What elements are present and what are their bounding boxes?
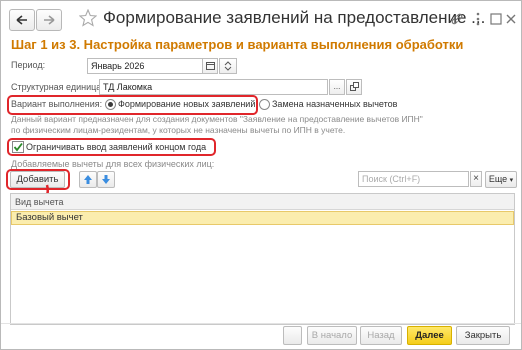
- limit-checkbox[interactable]: [12, 141, 24, 153]
- dropdown-icon: ▾: [509, 177, 514, 184]
- more-menu-label: Еще: [488, 174, 508, 184]
- arrow-up-icon: [84, 175, 92, 184]
- arrow-right-icon: [44, 15, 55, 25]
- next-button[interactable]: Далее: [407, 326, 452, 345]
- calendar-button[interactable]: [202, 58, 218, 74]
- window-title: Формирование заявлений на предоставление…: [103, 8, 486, 27]
- search-clear-button[interactable]: ×: [470, 171, 482, 187]
- more-vertical-icon[interactable]: [471, 11, 485, 27]
- limit-checkbox-label[interactable]: Ограничивать ввод заявлений концом года: [26, 142, 206, 152]
- help-button[interactable]: [283, 326, 302, 345]
- step-title: Шаг 1 из 3. Настройка параметров и вариа…: [11, 37, 464, 52]
- maximize-icon[interactable]: [489, 12, 503, 26]
- calendar-icon: [205, 62, 215, 70]
- column-header-deduction-type[interactable]: Вид вычета: [11, 194, 514, 210]
- move-up-button[interactable]: [79, 171, 97, 188]
- variant-hint: Данный вариант предназначен для создания…: [11, 114, 423, 135]
- table-row[interactable]: Базовый вычет: [11, 211, 514, 225]
- unit-label: Структурная единица:: [11, 82, 104, 92]
- footer-divider: [1, 323, 521, 324]
- unit-select-button[interactable]: ...: [329, 79, 345, 95]
- open-icon: [349, 82, 359, 91]
- arrow-left-icon: [16, 15, 27, 25]
- dialog-window: Формирование заявлений на предоставление…: [0, 0, 522, 350]
- back-step-button[interactable]: Назад: [360, 326, 402, 345]
- link-icon[interactable]: [450, 12, 464, 26]
- star-icon[interactable]: [79, 9, 97, 27]
- start-button[interactable]: В начало: [307, 326, 357, 345]
- close-button[interactable]: Закрыть: [456, 326, 510, 345]
- period-label: Период:: [11, 60, 46, 70]
- deductions-label: Добавляемые вычеты для всех физических л…: [11, 159, 215, 169]
- variant-option-replace[interactable]: Замена назначенных вычетов: [272, 99, 397, 109]
- variant-radio-new[interactable]: [105, 99, 116, 110]
- checkmark-icon: [13, 142, 23, 152]
- period-field[interactable]: Январь 2026: [87, 58, 203, 74]
- forward-button[interactable]: [36, 9, 62, 31]
- unit-open-button[interactable]: [346, 79, 362, 95]
- variant-option-new[interactable]: Формирование новых заявлений: [118, 99, 255, 109]
- search-input[interactable]: Поиск (Ctrl+F): [358, 171, 469, 187]
- unit-field[interactable]: ТД Лакомка: [99, 79, 328, 95]
- variant-label: Вариант выполнения:: [11, 99, 103, 109]
- more-menu-button[interactable]: Еще ▾: [485, 171, 517, 188]
- deductions-table[interactable]: Вид вычета Базовый вычет: [10, 193, 515, 325]
- close-icon[interactable]: [505, 12, 517, 26]
- spinner-arrows-icon: [224, 61, 232, 71]
- move-down-button[interactable]: [97, 171, 115, 188]
- variant-radio-replace[interactable]: [259, 99, 270, 110]
- back-button[interactable]: [9, 9, 35, 31]
- arrow-down-icon: [102, 175, 110, 184]
- period-spinner[interactable]: [219, 58, 237, 74]
